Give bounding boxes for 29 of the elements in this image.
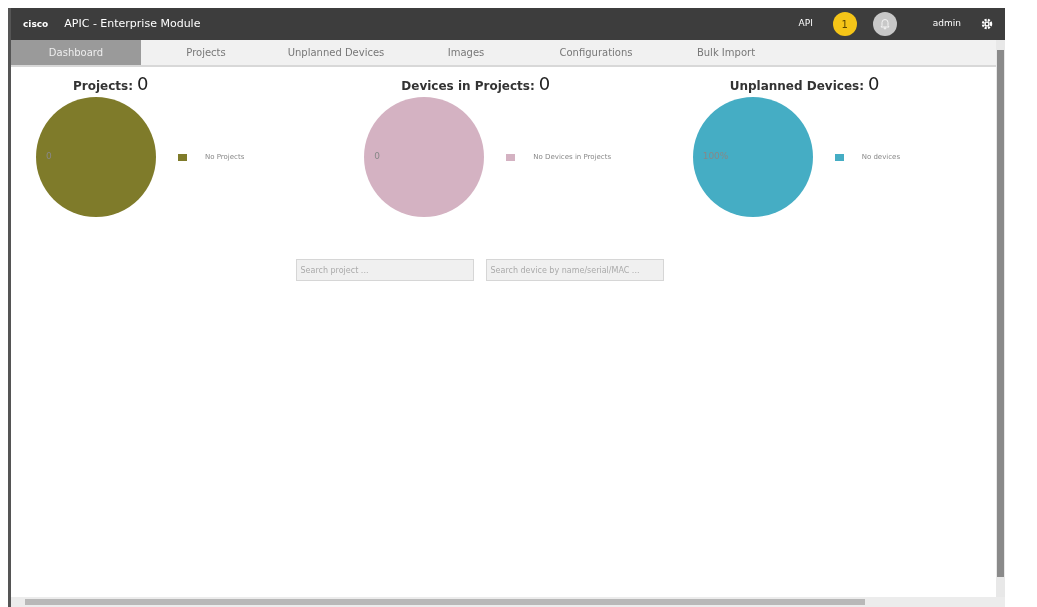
tab[interactable]: Unplanned Devices — [271, 40, 401, 65]
legend-swatch — [178, 153, 187, 161]
legend-swatch — [834, 153, 844, 161]
tab[interactable]: Projects — [141, 40, 271, 65]
notification-badge[interactable]: 1 — [832, 12, 857, 36]
tab[interactable]: Dashboard — [11, 40, 141, 65]
slice-label: 100% — [702, 150, 729, 164]
cisco-logo: cisco — [23, 19, 49, 29]
slice-label: 0 — [46, 150, 52, 164]
search-field[interactable]: Search project ... — [295, 259, 474, 281]
user-menu[interactable]: admin — [932, 17, 961, 31]
legend-swatch — [506, 153, 516, 161]
search-field[interactable]: Search device by name/serial/MAC ... — [485, 259, 664, 281]
slice-label: 0 — [374, 150, 381, 164]
summary-count: 0 — [538, 75, 551, 93]
bell-icon[interactable] — [872, 12, 897, 36]
app-title: APIC - Enterprise Module — [64, 15, 201, 32]
settings-icon[interactable] — [981, 18, 993, 30]
summary-title: Devices in Projects: — [401, 78, 535, 95]
summary-count: 0 — [867, 75, 880, 93]
summary-count: 0 — [137, 75, 149, 93]
tab[interactable]: Configurations — [531, 40, 661, 65]
tab[interactable]: Bulk Import — [661, 40, 791, 65]
vertical-scrollbar[interactable] — [996, 40, 1005, 597]
tab[interactable]: Images — [401, 40, 531, 65]
api-link[interactable]: API — [798, 17, 813, 31]
summary-title: Projects: — [73, 78, 133, 95]
summary-title: Unplanned Devices: — [729, 78, 864, 95]
horizontal-scrollbar[interactable] — [11, 597, 1005, 607]
